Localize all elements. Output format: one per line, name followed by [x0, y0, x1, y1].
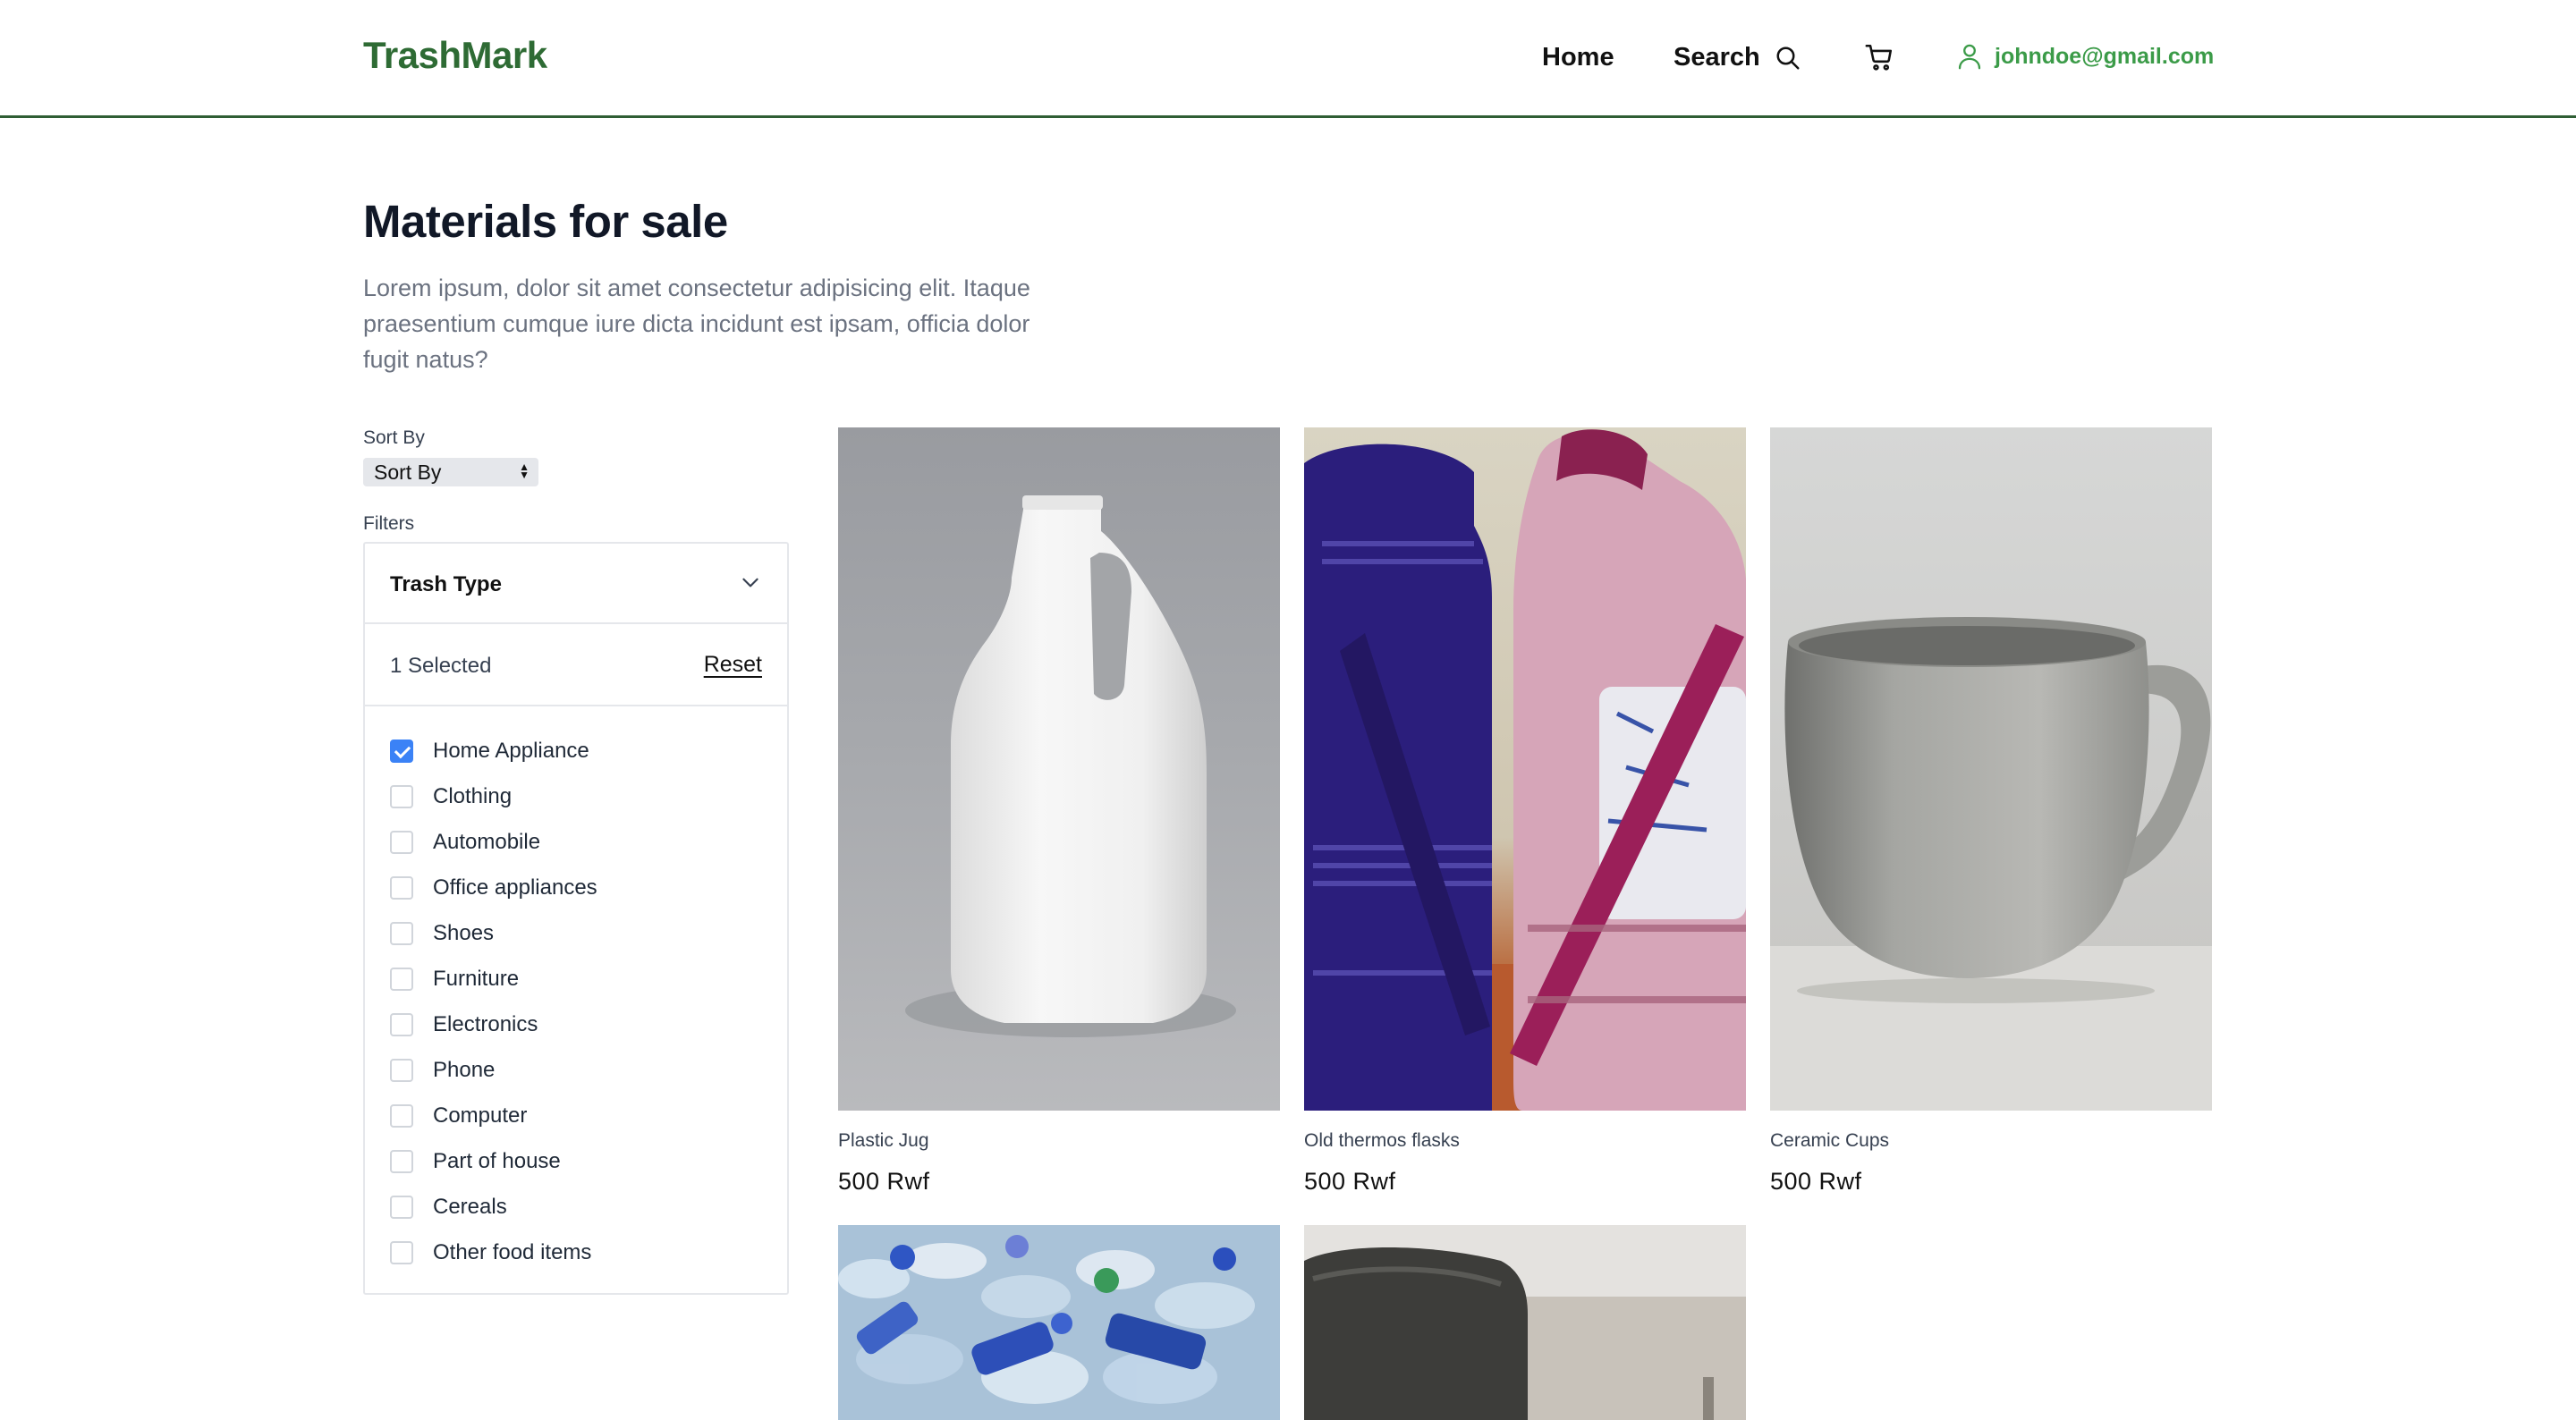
filter-option[interactable]: Automobile: [390, 819, 597, 865]
filter-checkbox[interactable]: [390, 967, 413, 991]
filter-options: Home Appliance Clothing Automobile Office a…: [390, 728, 597, 1275]
filter-option-label: Electronics: [433, 1011, 538, 1036]
product-image-ceramic-cups[interactable]: [1770, 427, 2212, 1111]
product-card[interactable]: Old thermos flasks 500 Rwf: [1304, 427, 1746, 1196]
filter-checkbox[interactable]: [390, 1149, 413, 1173]
filter-option[interactable]: Clothing: [390, 773, 597, 819]
product-card[interactable]: Ceramic Cups 500 Rwf: [1770, 427, 2212, 1196]
product-name: Old thermos flasks: [1304, 1130, 1460, 1151]
filter-checkbox[interactable]: [390, 875, 413, 900]
filter-checkbox[interactable]: [390, 1058, 413, 1082]
sort-select[interactable]: Sort By ▲ ▼: [363, 458, 538, 486]
filter-checkbox[interactable]: [390, 830, 413, 854]
filter-option-label: Cereals: [433, 1194, 507, 1219]
user-email: johndoe@gmail.com: [1995, 43, 2215, 69]
thermos-flasks-image: [1304, 429, 1746, 1111]
filter-section-toggle[interactable]: Trash Type: [365, 544, 787, 624]
filter-checkbox[interactable]: [390, 784, 413, 808]
filter-checkbox[interactable]: [390, 1103, 413, 1128]
filter-selection-bar: 1 Selected Reset: [365, 624, 787, 706]
filter-checkbox[interactable]: [390, 1240, 413, 1264]
selected-count: 1 Selected: [390, 654, 492, 678]
page-description: Lorem ipsum, dolor sit amet consectetur …: [363, 275, 1030, 373]
filter-option[interactable]: Cereals: [390, 1184, 597, 1230]
filter-option-label: Home Appliance: [433, 738, 589, 763]
product-name: Ceramic Cups: [1770, 1130, 1890, 1151]
site-header: TrashMark Home Search johndoe@gmail.com: [0, 0, 2576, 118]
product-card[interactable]: [838, 1225, 1280, 1420]
filter-section-title: Trash Type: [390, 572, 502, 596]
page-title: Materials for sale: [363, 196, 728, 247]
filter-option[interactable]: Part of house: [390, 1138, 597, 1184]
search-icon: [1776, 46, 1800, 69]
filter-option-label: Office appliances: [433, 875, 597, 900]
product-image-plastic-jug[interactable]: [838, 427, 1280, 1111]
filter-option-label: Phone: [433, 1057, 496, 1082]
filter-option-label: Part of house: [433, 1148, 561, 1173]
product-name: Plastic Jug: [838, 1130, 929, 1151]
product-price: 500 Rwf: [838, 1168, 930, 1195]
plastic-jug-image: [905, 495, 1236, 1037]
user-account-link[interactable]: johndoe@gmail.com: [1957, 43, 2214, 70]
select-arrows-icon: ▲ ▼: [519, 461, 530, 481]
nav-home-link[interactable]: Home: [1542, 43, 1614, 72]
filter-option-label: Automobile: [433, 829, 541, 854]
filter-checkbox[interactable]: [390, 1012, 413, 1036]
filter-option[interactable]: Electronics: [390, 1002, 597, 1047]
logo[interactable]: TrashMark: [363, 34, 547, 77]
car-seat-image: [1304, 1225, 1746, 1420]
filter-option[interactable]: Home Appliance: [390, 728, 597, 773]
plastic-bottles-image: [838, 1225, 1280, 1420]
filter-option-label: Furniture: [433, 966, 520, 991]
product-image-car-seat[interactable]: [1304, 1225, 1746, 1420]
cart-icon[interactable]: [1864, 42, 1894, 72]
product-price: 500 Rwf: [1770, 1168, 1862, 1195]
reset-button[interactable]: Reset: [704, 652, 762, 678]
filter-option[interactable]: Phone: [390, 1047, 597, 1093]
filter-checkbox[interactable]: [390, 1195, 413, 1219]
filter-option-label: Clothing: [433, 783, 513, 808]
product-image-plastic-bottles[interactable]: [838, 1225, 1280, 1420]
product-image-old-thermos-flasks[interactable]: [1304, 427, 1746, 1111]
filter-option[interactable]: Furniture: [390, 956, 597, 1002]
filter-option-label: Other food items: [433, 1239, 592, 1264]
filter-option-label: Shoes: [433, 920, 495, 945]
sort-selected-value: Sort By: [374, 461, 442, 484]
filter-checkbox[interactable]: [390, 921, 413, 945]
filter-option[interactable]: Shoes: [390, 910, 597, 956]
filter-option-label: Computer: [433, 1103, 528, 1128]
product-card[interactable]: [1304, 1225, 1746, 1420]
filter-checkbox[interactable]: [390, 739, 413, 763]
product-card[interactable]: Plastic Jug 500 Rwf: [838, 427, 1280, 1196]
product-price: 500 Rwf: [1304, 1168, 1396, 1195]
filter-option[interactable]: Office appliances: [390, 865, 597, 910]
trash-type-filter: Trash Type 1 Selected Reset Home Applian…: [363, 542, 789, 1295]
ceramic-cup-image: [1770, 617, 2212, 1111]
user-icon: [1958, 44, 1981, 70]
nav-search-button[interactable]: Search: [1674, 43, 1801, 72]
filters-label: Filters: [363, 513, 415, 534]
sort-label: Sort By: [363, 427, 425, 448]
filter-option[interactable]: Other food items: [390, 1230, 597, 1275]
nav-search-label: Search: [1674, 43, 1760, 72]
filter-option[interactable]: Computer: [390, 1093, 597, 1138]
chevron-down-icon: [742, 578, 758, 587]
